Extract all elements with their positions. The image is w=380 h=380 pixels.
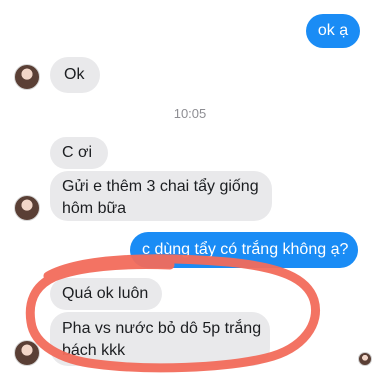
incoming-message[interactable]: C ơi — [50, 137, 108, 169]
incoming-message[interactable]: Quá ok luôn — [50, 278, 162, 310]
contact-avatar[interactable] — [14, 340, 40, 366]
contact-avatar[interactable] — [14, 195, 40, 221]
seen-avatar-icon — [358, 352, 372, 366]
outgoing-message[interactable]: ok ạ — [306, 14, 360, 48]
message-line: bách kkk — [62, 342, 126, 359]
chat-thread: ok ạ Ok 10:05 C ơi Gửi e thêm 3 chai tẩy… — [0, 0, 380, 380]
message-line: Gửi e thêm 3 chai tẩy giống — [62, 178, 259, 195]
contact-avatar[interactable] — [14, 64, 40, 90]
outgoing-message[interactable]: c dùng tẩy có trắng không ạ? — [130, 232, 358, 268]
incoming-message[interactable]: Pha vs nước bỏ dô 5p trắng bách kkk — [50, 312, 270, 366]
message-timestamp: 10:05 — [173, 106, 207, 121]
incoming-message[interactable]: Ok — [50, 57, 100, 93]
incoming-message[interactable]: Gửi e thêm 3 chai tẩy giống hôm bữa — [50, 171, 272, 221]
message-line: Pha vs nước bỏ dô 5p trắng — [62, 320, 262, 337]
message-line: hôm bữa — [62, 200, 127, 217]
